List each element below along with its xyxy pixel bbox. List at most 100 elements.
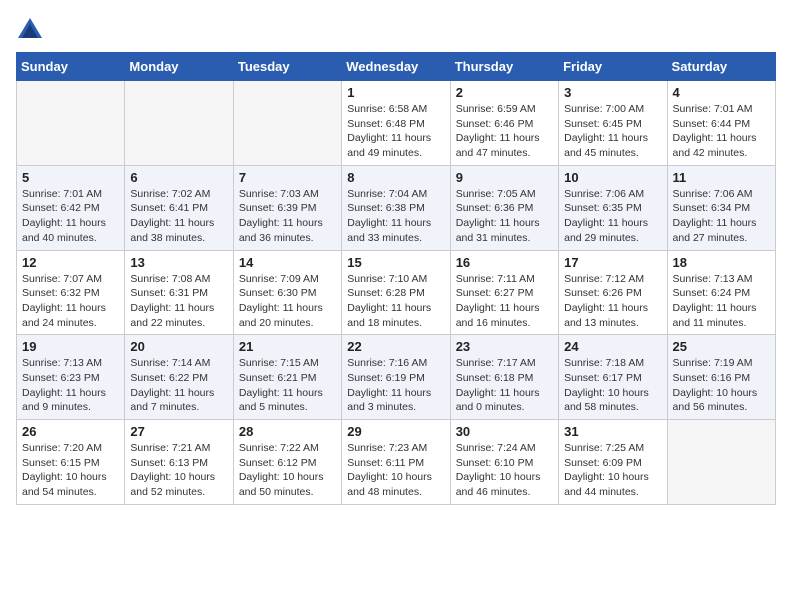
day-number: 4 xyxy=(673,85,770,100)
weekday-header: Wednesday xyxy=(342,53,450,81)
day-info: Sunrise: 7:15 AM Sunset: 6:21 PM Dayligh… xyxy=(239,356,336,415)
calendar-cell: 24 Sunrise: 7:18 AM Sunset: 6:17 PM Dayli… xyxy=(559,335,667,420)
day-number: 29 xyxy=(347,424,444,439)
calendar-cell: 6Sunrise: 7:02 AM Sunset: 6:41 PM Daylig… xyxy=(125,165,233,250)
day-number: 21 xyxy=(239,339,336,354)
logo-icon xyxy=(16,16,44,44)
day-info: Sunrise: 7:21 AM Sunset: 6:13 PM Dayligh… xyxy=(130,441,227,500)
day-number: 19 xyxy=(22,339,119,354)
calendar-cell: 4 Sunrise: 7:01 AM Sunset: 6:44 PM Daylig… xyxy=(667,81,775,166)
day-info: Sunrise: 7:05 AM Sunset: 6:36 PM Dayligh… xyxy=(456,187,553,246)
day-info: Sunrise: 7:07 AM Sunset: 6:32 PM Dayligh… xyxy=(22,272,119,331)
day-info: Sunrise: 7:13 AM Sunset: 6:23 PM Dayligh… xyxy=(22,356,119,415)
day-info: Sunrise: 7:00 AM Sunset: 6:45 PM Dayligh… xyxy=(564,102,661,161)
day-number: 9 xyxy=(456,170,553,185)
day-info: Sunrise: 7:11 AM Sunset: 6:27 PM Dayligh… xyxy=(456,272,553,331)
calendar-cell: 13 Sunrise: 7:08 AM Sunset: 6:31 PM Dayli… xyxy=(125,250,233,335)
day-info: Sunrise: 6:58 AM Sunset: 6:48 PM Dayligh… xyxy=(347,102,444,161)
calendar-cell: 2Sunrise: 6:59 AM Sunset: 6:46 PM Daylig… xyxy=(450,81,558,166)
day-number: 14 xyxy=(239,255,336,270)
calendar-cell: 10 Sunrise: 7:06 AM Sunset: 6:35 PM Dayli… xyxy=(559,165,667,250)
day-number: 11 xyxy=(673,170,770,185)
calendar-cell: 25 Sunrise: 7:19 AM Sunset: 6:16 PM Dayli… xyxy=(667,335,775,420)
calendar-cell: 19 Sunrise: 7:13 AM Sunset: 6:23 PM Dayli… xyxy=(17,335,125,420)
day-info: Sunrise: 7:18 AM Sunset: 6:17 PM Dayligh… xyxy=(564,356,661,415)
day-number: 7 xyxy=(239,170,336,185)
day-info: Sunrise: 7:04 AM Sunset: 6:38 PM Dayligh… xyxy=(347,187,444,246)
day-info: Sunrise: 7:17 AM Sunset: 6:18 PM Dayligh… xyxy=(456,356,553,415)
calendar-cell: 12 Sunrise: 7:07 AM Sunset: 6:32 PM Dayli… xyxy=(17,250,125,335)
day-number: 1 xyxy=(347,85,444,100)
day-number: 20 xyxy=(130,339,227,354)
day-info: Sunrise: 7:10 AM Sunset: 6:28 PM Dayligh… xyxy=(347,272,444,331)
weekday-header: Thursday xyxy=(450,53,558,81)
calendar-cell: 11 Sunrise: 7:06 AM Sunset: 6:34 PM Dayli… xyxy=(667,165,775,250)
calendar-cell: 7 Sunrise: 7:03 AM Sunset: 6:39 PM Daylig… xyxy=(233,165,341,250)
day-number: 31 xyxy=(564,424,661,439)
day-info: Sunrise: 7:12 AM Sunset: 6:26 PM Dayligh… xyxy=(564,272,661,331)
day-number: 30 xyxy=(456,424,553,439)
calendar-cell xyxy=(17,81,125,166)
day-info: Sunrise: 7:03 AM Sunset: 6:39 PM Dayligh… xyxy=(239,187,336,246)
weekday-header: Friday xyxy=(559,53,667,81)
day-info: Sunrise: 7:06 AM Sunset: 6:35 PM Dayligh… xyxy=(564,187,661,246)
day-number: 16 xyxy=(456,255,553,270)
calendar-cell: 14 Sunrise: 7:09 AM Sunset: 6:30 PM Dayli… xyxy=(233,250,341,335)
day-number: 23 xyxy=(456,339,553,354)
day-info: Sunrise: 7:01 AM Sunset: 6:44 PM Dayligh… xyxy=(673,102,770,161)
day-number: 18 xyxy=(673,255,770,270)
calendar-cell: 20 Sunrise: 7:14 AM Sunset: 6:22 PM Dayli… xyxy=(125,335,233,420)
day-info: Sunrise: 7:13 AM Sunset: 6:24 PM Dayligh… xyxy=(673,272,770,331)
day-number: 13 xyxy=(130,255,227,270)
day-number: 3 xyxy=(564,85,661,100)
day-info: Sunrise: 7:01 AM Sunset: 6:42 PM Dayligh… xyxy=(22,187,119,246)
calendar-cell: 31 Sunrise: 7:25 AM Sunset: 6:09 PM Dayli… xyxy=(559,420,667,505)
calendar-cell: 8 Sunrise: 7:04 AM Sunset: 6:38 PM Daylig… xyxy=(342,165,450,250)
calendar-cell: 27 Sunrise: 7:21 AM Sunset: 6:13 PM Dayli… xyxy=(125,420,233,505)
calendar-cell: 28 Sunrise: 7:22 AM Sunset: 6:12 PM Dayli… xyxy=(233,420,341,505)
day-info: Sunrise: 7:09 AM Sunset: 6:30 PM Dayligh… xyxy=(239,272,336,331)
day-info: Sunrise: 7:06 AM Sunset: 6:34 PM Dayligh… xyxy=(673,187,770,246)
day-info: Sunrise: 7:20 AM Sunset: 6:15 PM Dayligh… xyxy=(22,441,119,500)
day-number: 8 xyxy=(347,170,444,185)
day-number: 10 xyxy=(564,170,661,185)
day-number: 26 xyxy=(22,424,119,439)
calendar: SundayMondayTuesdayWednesdayThursdayFrid… xyxy=(16,52,776,505)
day-number: 12 xyxy=(22,255,119,270)
calendar-cell: 23 Sunrise: 7:17 AM Sunset: 6:18 PM Dayli… xyxy=(450,335,558,420)
day-number: 17 xyxy=(564,255,661,270)
calendar-cell: 21 Sunrise: 7:15 AM Sunset: 6:21 PM Dayli… xyxy=(233,335,341,420)
calendar-cell: 9 Sunrise: 7:05 AM Sunset: 6:36 PM Daylig… xyxy=(450,165,558,250)
calendar-cell: 16 Sunrise: 7:11 AM Sunset: 6:27 PM Dayli… xyxy=(450,250,558,335)
day-info: Sunrise: 7:23 AM Sunset: 6:11 PM Dayligh… xyxy=(347,441,444,500)
calendar-cell xyxy=(233,81,341,166)
day-number: 27 xyxy=(130,424,227,439)
calendar-cell xyxy=(125,81,233,166)
day-number: 5 xyxy=(22,170,119,185)
day-number: 24 xyxy=(564,339,661,354)
day-number: 15 xyxy=(347,255,444,270)
calendar-cell: 18 Sunrise: 7:13 AM Sunset: 6:24 PM Dayli… xyxy=(667,250,775,335)
day-info: Sunrise: 7:25 AM Sunset: 6:09 PM Dayligh… xyxy=(564,441,661,500)
logo xyxy=(16,16,48,44)
day-info: Sunrise: 7:16 AM Sunset: 6:19 PM Dayligh… xyxy=(347,356,444,415)
day-info: Sunrise: 7:02 AM Sunset: 6:41 PM Dayligh… xyxy=(130,187,227,246)
weekday-header: Tuesday xyxy=(233,53,341,81)
calendar-cell: 29 Sunrise: 7:23 AM Sunset: 6:11 PM Dayli… xyxy=(342,420,450,505)
day-info: Sunrise: 7:19 AM Sunset: 6:16 PM Dayligh… xyxy=(673,356,770,415)
weekday-header: Sunday xyxy=(17,53,125,81)
calendar-cell: 26 Sunrise: 7:20 AM Sunset: 6:15 PM Dayli… xyxy=(17,420,125,505)
day-info: Sunrise: 7:22 AM Sunset: 6:12 PM Dayligh… xyxy=(239,441,336,500)
day-number: 25 xyxy=(673,339,770,354)
page-header xyxy=(16,16,776,44)
day-info: Sunrise: 7:08 AM Sunset: 6:31 PM Dayligh… xyxy=(130,272,227,331)
calendar-cell xyxy=(667,420,775,505)
day-number: 2 xyxy=(456,85,553,100)
day-info: Sunrise: 7:14 AM Sunset: 6:22 PM Dayligh… xyxy=(130,356,227,415)
day-number: 28 xyxy=(239,424,336,439)
weekday-header: Monday xyxy=(125,53,233,81)
weekday-header: Saturday xyxy=(667,53,775,81)
calendar-cell: 22Sunrise: 7:16 AM Sunset: 6:19 PM Dayli… xyxy=(342,335,450,420)
day-info: Sunrise: 7:24 AM Sunset: 6:10 PM Dayligh… xyxy=(456,441,553,500)
calendar-cell: 15 Sunrise: 7:10 AM Sunset: 6:28 PM Dayli… xyxy=(342,250,450,335)
